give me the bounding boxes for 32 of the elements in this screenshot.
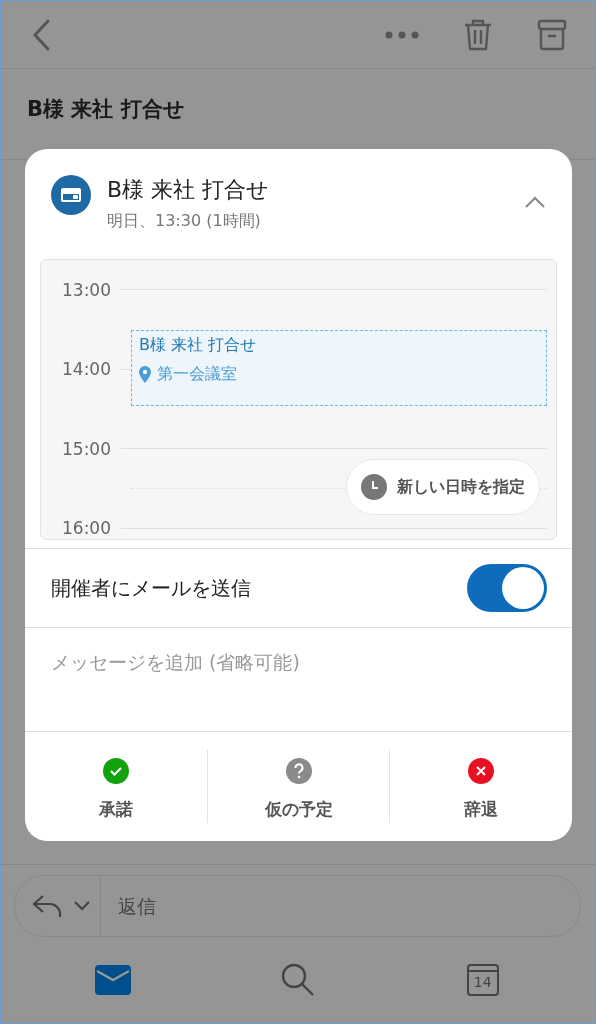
clock-icon [361, 474, 387, 500]
calendar-event-icon [51, 175, 91, 215]
reply-box[interactable]: 返信 [14, 875, 581, 937]
location-pin-icon [139, 366, 151, 383]
response-button[interactable]: 辞退 [389, 750, 572, 823]
send-email-toggle[interactable] [467, 564, 547, 612]
reply-field[interactable]: 返信 [101, 894, 580, 918]
calendar-icon: 14 [466, 964, 499, 996]
more-icon[interactable] [385, 30, 419, 39]
question-icon [285, 758, 312, 784]
event-block[interactable]: B様 来社 打合せ 第一会議室 [131, 330, 547, 406]
event-title: B様 来社 打合せ [107, 176, 271, 204]
archive-icon[interactable] [537, 18, 567, 51]
mail-icon [95, 965, 132, 995]
hour-label: 13:00 [61, 279, 112, 300]
search-icon [280, 962, 316, 998]
collapse-icon[interactable] [524, 195, 546, 209]
propose-new-time-button[interactable]: 新しい日時を指定 [346, 459, 540, 515]
event-time: 明日、13:30 (1時間) [107, 211, 262, 232]
event-location: 第一会議室 [157, 364, 237, 385]
response-button[interactable]: 仮の予定 [206, 750, 390, 823]
check-icon [102, 758, 129, 784]
cross-icon [468, 758, 495, 784]
response-button[interactable]: 承諾 [25, 750, 207, 823]
hour-label: 16:00 [61, 518, 112, 539]
back-icon[interactable] [31, 17, 51, 52]
hour-label: 15:00 [61, 438, 112, 459]
event-block-title: B様 来社 打合せ [139, 335, 258, 356]
trash-icon[interactable] [463, 17, 493, 52]
send-email-label: 開催者にメールを送信 [51, 574, 251, 602]
hour-label: 14:00 [61, 359, 112, 380]
email-subject: B様 来社 打合せ [27, 96, 185, 123]
